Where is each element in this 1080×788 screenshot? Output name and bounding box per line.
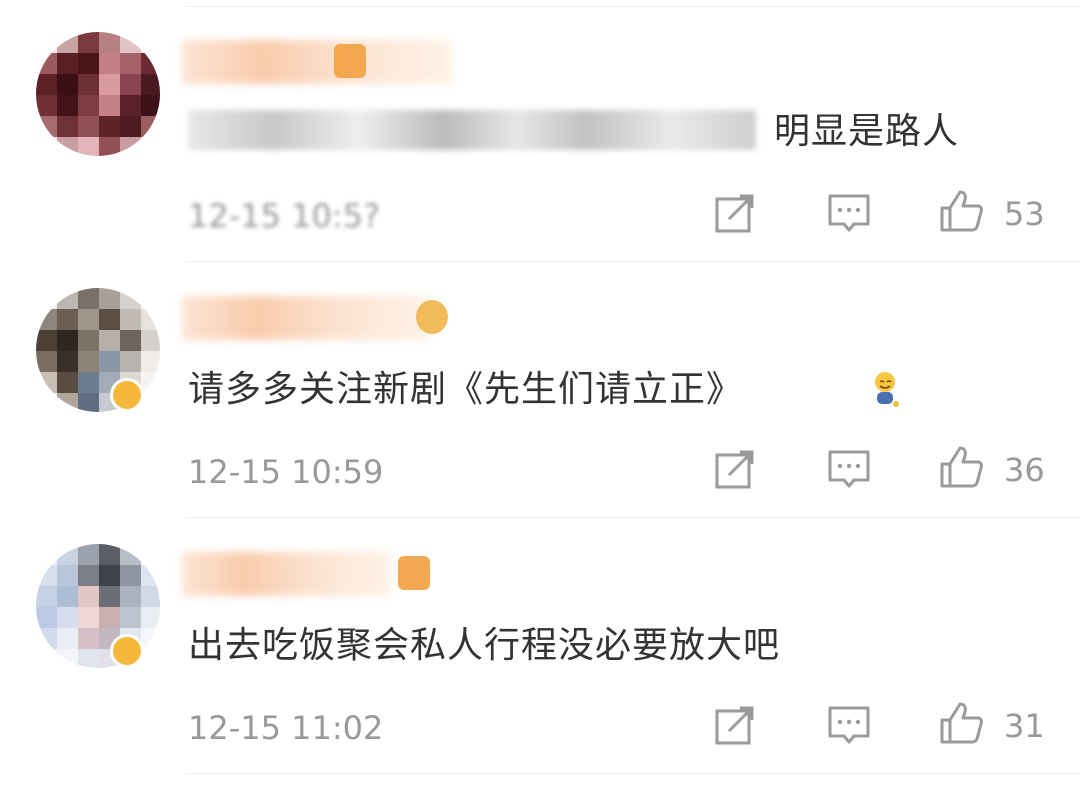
- member-badge-icon: [416, 300, 448, 334]
- like-count: 36: [1004, 451, 1045, 489]
- comment-icon[interactable]: [826, 190, 872, 236]
- mention-blurred: [188, 110, 756, 150]
- avatar[interactable]: [36, 32, 160, 156]
- comment-item[interactable]: 出去吃饭聚会私人行程没必要放大吧 12-15 11:02 31: [0, 512, 1080, 768]
- verified-badge-icon: [110, 378, 144, 412]
- comment-time: 12-15 10:5?: [188, 197, 380, 235]
- comment-text: 出去吃饭聚会私人行程没必要放大吧: [188, 625, 781, 666]
- username-blurred[interactable]: [182, 40, 452, 84]
- thumbs-up-icon[interactable]: [938, 700, 984, 746]
- share-icon[interactable]: [712, 190, 758, 236]
- comment-icon[interactable]: [826, 446, 872, 492]
- member-badge-icon: [334, 44, 366, 78]
- username-blurred[interactable]: [182, 296, 432, 340]
- sweat-smile-emoji: [875, 372, 899, 407]
- verified-badge-icon: [110, 634, 144, 668]
- thumbs-up-icon[interactable]: [938, 188, 984, 234]
- comment-time: 12-15 11:02: [188, 709, 384, 747]
- username-blurred[interactable]: [182, 552, 392, 596]
- like-count: 53: [1004, 195, 1045, 233]
- comment-time: 12-15 10:59: [188, 453, 384, 491]
- comment-item[interactable]: 明显是路人 12-15 10:5? 53: [0, 0, 1080, 256]
- share-icon[interactable]: [712, 702, 758, 748]
- comment-icon[interactable]: [826, 702, 872, 748]
- comment-text: 请多多关注新剧《先生们请立正》: [188, 369, 744, 410]
- comment-text: 明显是路人: [774, 111, 960, 152]
- member-badge-icon: [398, 556, 430, 590]
- like-count: 31: [1004, 707, 1045, 745]
- comment-item[interactable]: 请多多关注新剧《先生们请立正》 12-15 10:59 36: [0, 256, 1080, 512]
- thumbs-up-icon[interactable]: [938, 444, 984, 490]
- share-icon[interactable]: [712, 446, 758, 492]
- divider: [186, 773, 1080, 774]
